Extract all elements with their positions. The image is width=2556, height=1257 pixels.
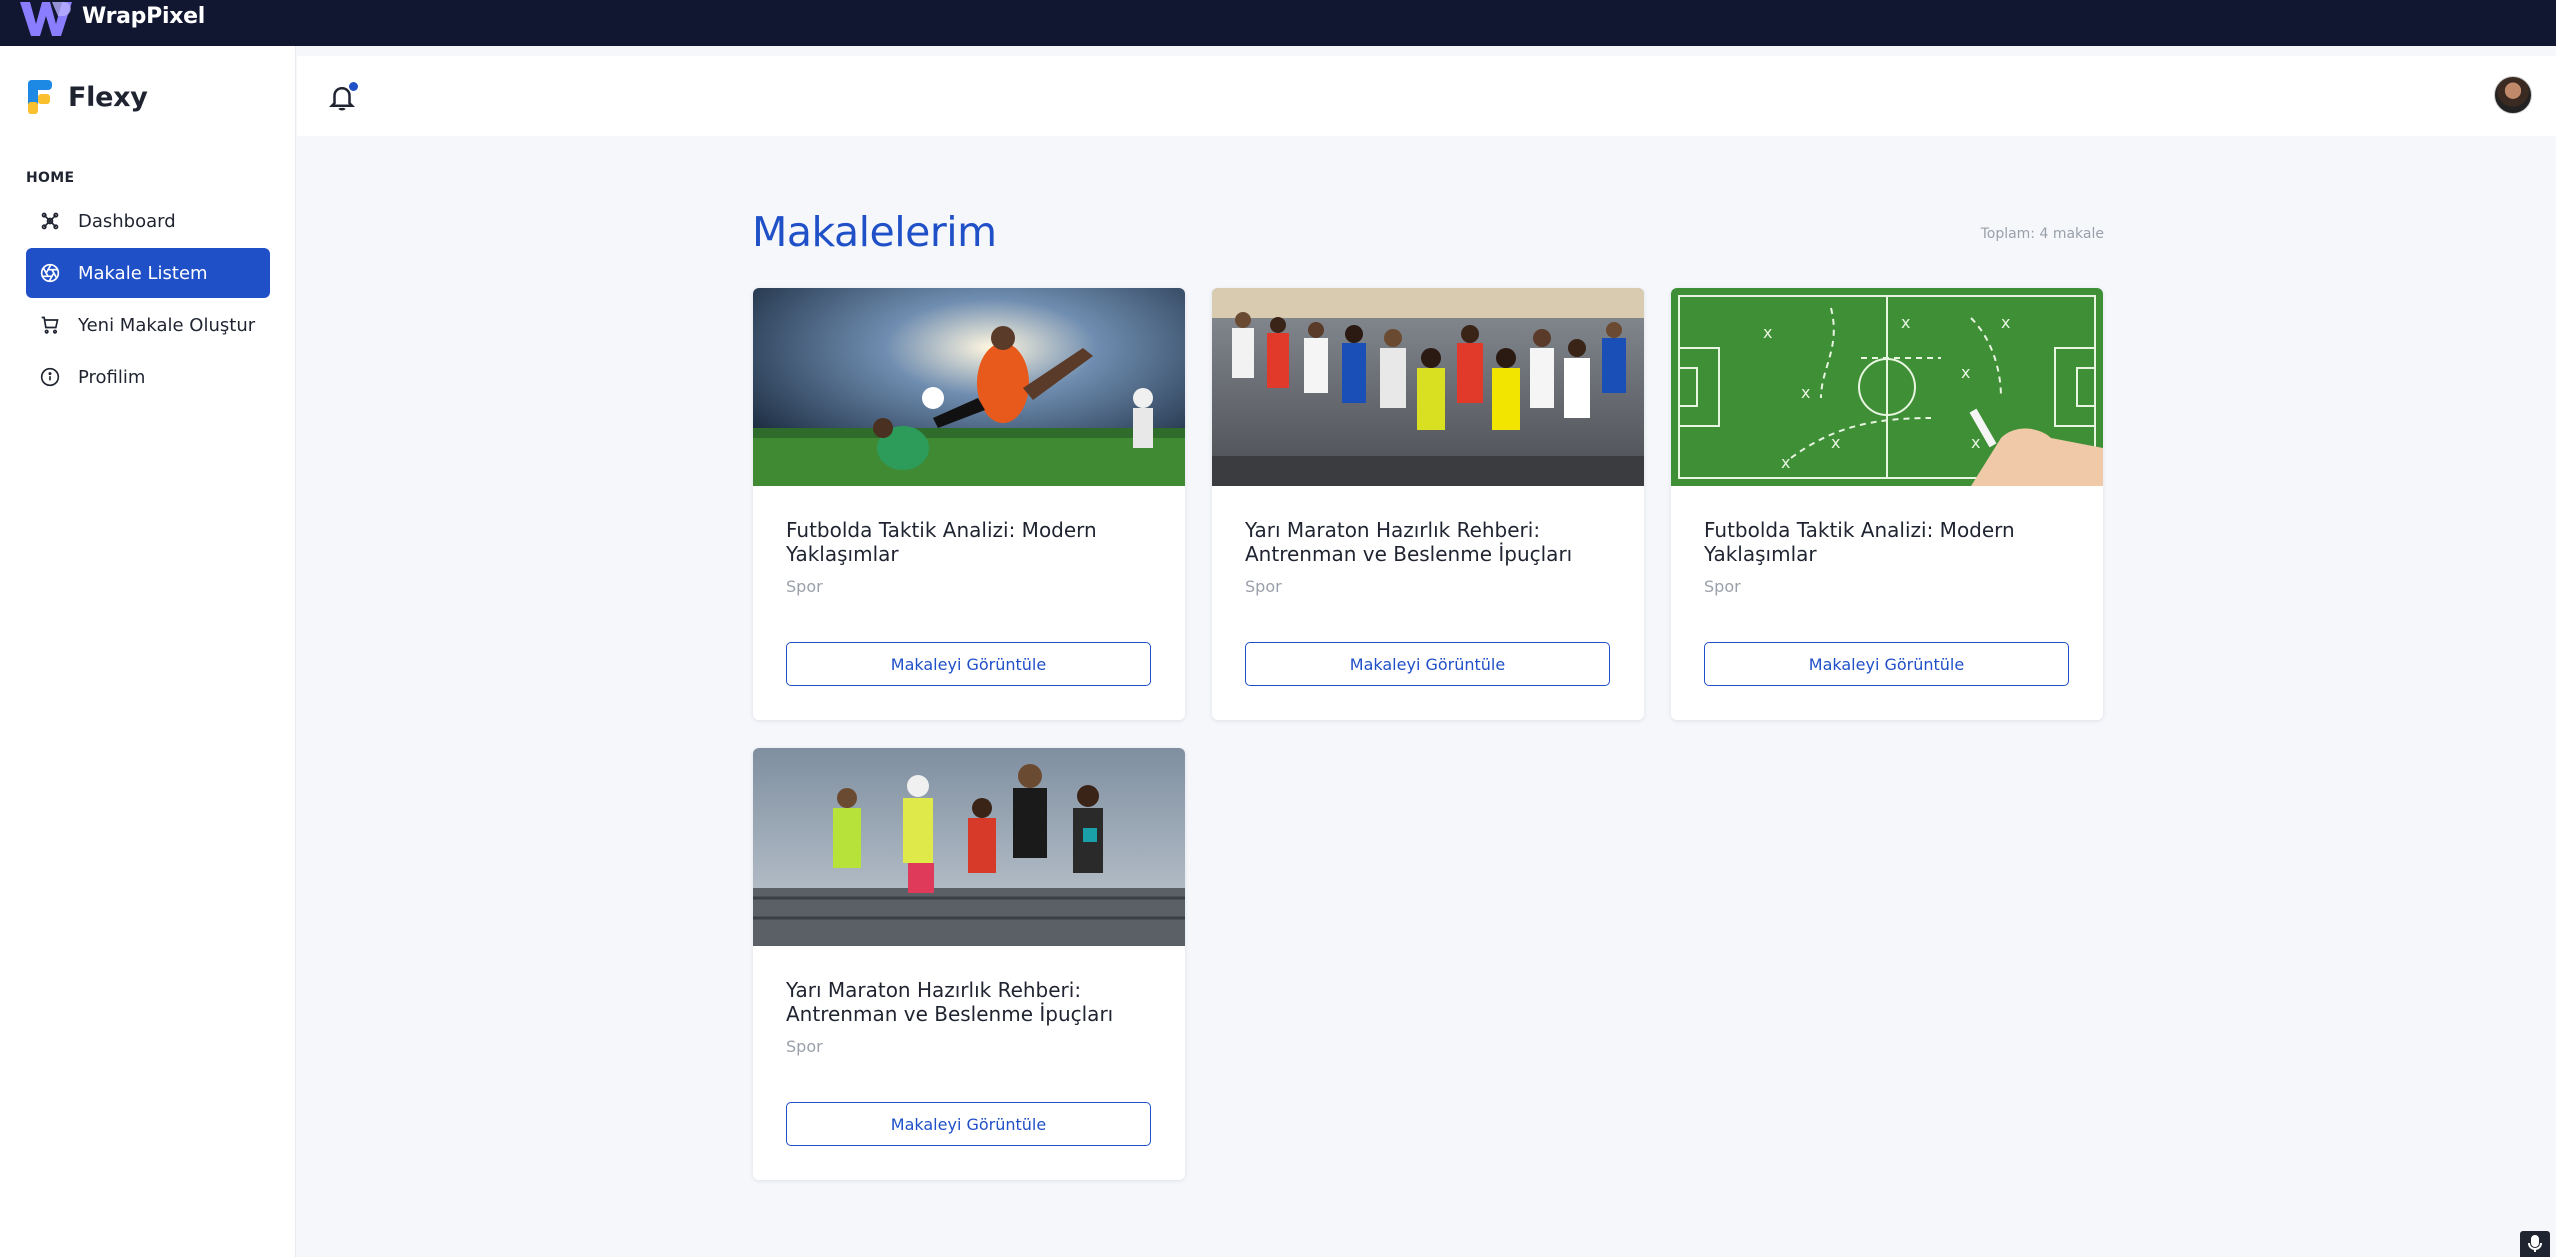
microphone-icon[interactable] <box>2520 1231 2550 1257</box>
view-article-button[interactable]: Makaleyi Görüntüle <box>786 1102 1151 1146</box>
article-card: Futbolda Taktik Analizi: Modern Yaklaşım… <box>753 288 1185 720</box>
dashboard-icon <box>38 209 62 233</box>
svg-text:x: x <box>2001 313 2010 332</box>
info-icon <box>38 365 62 389</box>
sidebar-item-profilim[interactable]: Profilim <box>26 352 270 402</box>
marathon-crowd-photo <box>1212 288 1644 486</box>
tactics-board-photo: x x x x x x x x <box>1671 288 2103 486</box>
wrappixel-brand: WrapPixel <box>82 3 205 29</box>
article-count: Toplam: 4 makale <box>1980 226 2104 242</box>
svg-text:x: x <box>1763 323 1772 342</box>
article-title: Futbolda Taktik Analizi: Modern Yaklaşım… <box>786 518 1097 566</box>
sidebar-item-label: Makale Listem <box>78 262 208 284</box>
wrappixel-logo-icon <box>20 2 72 36</box>
article-title: Yarı Maraton Hazırlık Rehberi: Antrenman… <box>786 978 1114 1026</box>
football-players-photo <box>753 288 1185 486</box>
runners-photo <box>753 748 1185 946</box>
flexy-logo-icon <box>28 80 52 114</box>
article-category: Spor <box>1704 577 1741 596</box>
article-category: Spor <box>1245 577 1282 596</box>
top-header <box>297 56 2556 136</box>
article-title: Yarı Maraton Hazırlık Rehberi: Antrenman… <box>1245 518 1573 566</box>
svg-text:x: x <box>1831 433 1840 452</box>
svg-text:x: x <box>1961 363 1970 382</box>
svg-text:x: x <box>1781 453 1790 472</box>
brand-name: Flexy <box>68 81 148 113</box>
notification-dot <box>349 82 358 91</box>
sidebar-item-label: Yeni Makale Oluştur <box>78 314 256 336</box>
view-article-button[interactable]: Makaleyi Görüntüle <box>786 642 1151 686</box>
article-card: x x x x x x x x Futbolda Taktik Analizi: Mode… <box>1671 288 2103 720</box>
view-article-button[interactable]: Makaleyi Görüntüle <box>1704 642 2069 686</box>
svg-text:x: x <box>1801 383 1810 402</box>
sidebar: Flexy HOME Dashboard Makale Listem Yeni … <box>0 46 296 1257</box>
aperture-icon <box>38 261 62 285</box>
sidebar-item-makale-listem[interactable]: Makale Listem <box>26 248 270 298</box>
user-avatar[interactable] <box>2494 76 2532 114</box>
sidebar-item-dashboard[interactable]: Dashboard <box>26 196 270 246</box>
article-category: Spor <box>786 1037 823 1056</box>
view-article-button[interactable]: Makaleyi Görüntüle <box>1245 642 1610 686</box>
page-title: Makalelerim <box>752 208 997 256</box>
sidebar-item-label: Profilim <box>78 366 146 388</box>
article-title: Futbolda Taktik Analizi: Modern Yaklaşım… <box>1704 518 2015 566</box>
article-category: Spor <box>786 577 823 596</box>
wrappixel-logo[interactable]: WrapPixel <box>18 2 205 36</box>
cart-icon <box>38 313 62 337</box>
promo-bar: WrapPixel <box>0 0 2556 46</box>
flexy-logo[interactable]: Flexy <box>26 80 148 114</box>
svg-text:x: x <box>1901 313 1910 332</box>
article-card: Yarı Maraton Hazırlık Rehberi: Antrenman… <box>1212 288 1644 720</box>
sidebar-item-label: Dashboard <box>78 210 176 232</box>
sidebar-nav: Dashboard Makale Listem Yeni Makale Oluş… <box>26 196 270 404</box>
sidebar-item-yeni-makale[interactable]: Yeni Makale Oluştur <box>26 300 270 350</box>
article-card: Yarı Maraton Hazırlık Rehberi: Antrenman… <box>753 748 1185 1180</box>
nav-caption: HOME <box>26 170 75 186</box>
svg-text:x: x <box>1971 433 1980 452</box>
